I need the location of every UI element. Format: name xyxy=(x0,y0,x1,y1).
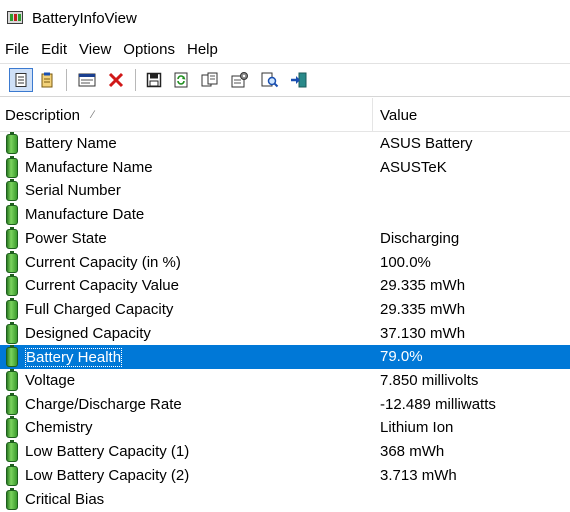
row-description: Manufacture Date xyxy=(25,206,145,224)
row-value: ASUS Battery xyxy=(380,135,473,152)
title-bar: BatteryInfoView xyxy=(0,0,570,38)
menu-options[interactable]: Options xyxy=(117,38,181,62)
battery-icon xyxy=(6,392,18,415)
table-row[interactable]: Designed Capacity 37.130 mWh xyxy=(0,321,570,346)
row-description: Serial Number xyxy=(25,182,121,200)
row-value: Lithium Ion xyxy=(380,419,454,437)
table-row[interactable]: Manufacture Date xyxy=(0,203,570,227)
column-header-description[interactable]: Description xyxy=(5,107,80,124)
menu-help[interactable]: Help xyxy=(181,38,224,62)
notes-button[interactable] xyxy=(35,68,59,92)
table-row[interactable]: Manufacture Name ASUSTeK xyxy=(0,155,570,180)
row-value: 368 mWh xyxy=(380,443,445,461)
row-description: Chemistry xyxy=(25,419,93,437)
battery-icon xyxy=(6,226,18,249)
delete-button[interactable] xyxy=(104,68,128,92)
row-description: Critical Bias xyxy=(25,490,105,508)
properties-icon xyxy=(231,72,248,88)
row-value: 3.713 mWh xyxy=(380,466,457,484)
row-value: 29.335 mWh xyxy=(380,277,466,295)
row-description: Low Battery Capacity (2) xyxy=(25,466,190,484)
battery-info-list[interactable]: Description ∕ Value Battery Name ASUS Ba… xyxy=(0,98,570,512)
table-row[interactable]: Full Charged Capacity 29.335 mWh xyxy=(0,297,570,322)
battery-icon xyxy=(6,440,18,463)
view-mode-icon xyxy=(15,73,27,87)
row-value: 79.0% xyxy=(380,348,423,366)
notes-icon xyxy=(41,72,53,88)
row-description: Full Charged Capacity xyxy=(25,300,174,318)
battery-icon xyxy=(6,274,18,297)
toolbar xyxy=(0,63,570,97)
row-description: Designed Capacity xyxy=(25,324,151,342)
row-value: Discharging xyxy=(380,229,460,247)
sort-indicator-icon: ∕ xyxy=(92,109,94,121)
exit-button[interactable] xyxy=(287,68,311,92)
find-icon xyxy=(261,72,279,88)
battery-icon xyxy=(6,416,18,439)
battery-icon xyxy=(6,203,18,226)
toolbar-separator xyxy=(66,69,67,91)
copy-icon xyxy=(201,72,218,87)
properties-button[interactable] xyxy=(228,68,252,92)
table-row[interactable]: Voltage 7.850 millivolts xyxy=(0,369,570,393)
table-row[interactable]: Battery Name ASUS Battery xyxy=(0,132,570,156)
row-description: Manufacture Name xyxy=(25,158,153,176)
table-row[interactable]: Power State Discharging xyxy=(0,226,570,251)
battery-icon xyxy=(6,321,18,344)
row-value: 37.130 mWh xyxy=(380,324,466,342)
table-row[interactable]: Current Capacity (in %) 100.0% xyxy=(0,250,570,275)
copy-button[interactable] xyxy=(198,68,222,92)
delete-icon xyxy=(108,72,124,88)
row-description: Current Capacity (in %) xyxy=(25,253,181,271)
row-description: Current Capacity Value xyxy=(25,277,179,295)
column-divider[interactable] xyxy=(372,98,373,132)
battery-icon xyxy=(6,179,18,202)
save-icon xyxy=(146,72,162,88)
table-row[interactable]: Critical Bias xyxy=(0,487,570,512)
table-row[interactable]: Low Battery Capacity (1) 368 mWh xyxy=(0,440,570,464)
row-description: Low Battery Capacity (1) xyxy=(25,443,190,461)
battery-icon xyxy=(6,345,18,368)
row-description: Voltage xyxy=(25,372,76,389)
table-row[interactable]: Low Battery Capacity (2) 3.713 mWh xyxy=(0,463,570,488)
toolbar-separator xyxy=(135,69,136,91)
row-description: Charge/Discharge Rate xyxy=(25,395,182,413)
row-description: Power State xyxy=(25,229,107,247)
menu-bar: File Edit View Options Help xyxy=(0,38,570,62)
battery-icon xyxy=(6,132,18,154)
table-row[interactable]: Current Capacity Value 29.335 mWh xyxy=(0,274,570,298)
row-value: 100.0% xyxy=(380,253,431,271)
row-value: 29.335 mWh xyxy=(380,300,466,318)
list-header: Description ∕ Value xyxy=(0,98,570,132)
row-value: ASUSTeK xyxy=(380,158,447,176)
refresh-icon xyxy=(174,72,188,88)
row-value: -12.489 milliwatts xyxy=(380,395,496,413)
battery-icon xyxy=(6,369,18,391)
menu-edit[interactable]: Edit xyxy=(35,38,73,62)
row-description: Battery Name xyxy=(25,135,117,152)
battery-icon xyxy=(6,250,18,273)
exit-icon xyxy=(291,72,307,88)
battery-icon xyxy=(6,487,18,510)
row-description: Battery Health xyxy=(25,348,123,368)
table-row-selected[interactable]: Battery Health 79.0% xyxy=(0,345,570,369)
column-header-value[interactable]: Value xyxy=(380,107,417,124)
window-icon xyxy=(78,73,96,87)
table-row[interactable]: Chemistry Lithium Ion xyxy=(0,416,570,440)
battery-icon xyxy=(6,297,18,320)
refresh-button[interactable] xyxy=(169,68,193,92)
row-value: 7.850 millivolts xyxy=(380,372,479,389)
menu-file[interactable]: File xyxy=(0,38,35,62)
app-icon xyxy=(7,11,23,24)
battery-icon xyxy=(6,463,18,486)
find-button[interactable] xyxy=(258,68,282,92)
window-button[interactable] xyxy=(75,68,99,92)
window-title: BatteryInfoView xyxy=(32,10,137,27)
view-mode-button[interactable] xyxy=(9,68,33,92)
table-row[interactable]: Charge/Discharge Rate -12.489 milliwatts xyxy=(0,392,570,417)
table-row[interactable]: Serial Number xyxy=(0,179,570,203)
battery-icon xyxy=(6,155,18,178)
menu-view[interactable]: View xyxy=(73,38,117,62)
save-button[interactable] xyxy=(142,68,166,92)
